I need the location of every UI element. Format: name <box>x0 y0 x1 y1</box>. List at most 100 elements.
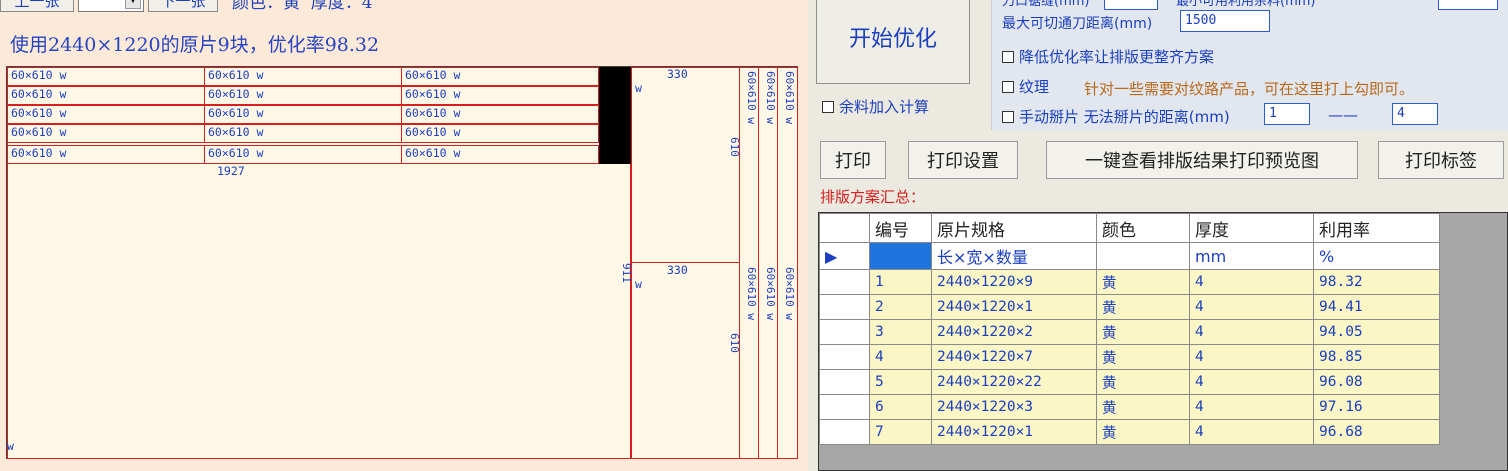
piece: 60×610 w <box>204 124 402 143</box>
prev-page-button[interactable]: 上一张 <box>0 0 74 12</box>
table-cell[interactable]: 4 <box>1189 369 1314 395</box>
table-cell[interactable]: 2440×1220×1 <box>931 419 1097 445</box>
table-cell[interactable]: 96.08 <box>1313 369 1440 395</box>
strip-column <box>777 67 798 459</box>
table-cell[interactable]: 2440×1220×1 <box>931 294 1097 320</box>
texture-option[interactable]: 纹理 <box>1002 76 1049 97</box>
table-row[interactable]: 6 2440×1220×3 黄 4 97.16 <box>819 394 1440 420</box>
table-row[interactable]: 4 2440×1220×7 黄 4 98.85 <box>819 344 1440 370</box>
piece: 60×610 w <box>7 124 205 143</box>
table-row[interactable]: 1 2440×1220×9 黄 4 98.32 <box>819 269 1440 295</box>
table-cell[interactable]: 6 <box>869 394 932 420</box>
piece: 60×610 w <box>7 105 205 124</box>
table-row[interactable]: 2 2440×1220×1 黄 4 94.41 <box>819 294 1440 320</box>
strip-column <box>758 67 778 459</box>
max-cut-input[interactable]: 1500 <box>1180 10 1270 32</box>
column-header[interactable]: 颜色 <box>1096 213 1190 243</box>
knife-gap-input[interactable] <box>1104 0 1158 10</box>
preview-button[interactable]: 一键查看排版结果打印预览图 <box>1046 141 1358 179</box>
manual-from-input[interactable]: 1 <box>1264 103 1310 125</box>
piece: 60×610 w <box>7 145 205 164</box>
manual-to-input[interactable]: 4 <box>1392 103 1438 125</box>
table-cell[interactable]: 黄 <box>1096 319 1190 345</box>
table-row[interactable]: 5 2440×1220×22 黄 4 96.08 <box>819 369 1440 395</box>
remnant-option[interactable]: 余料加入计算 <box>822 96 929 117</box>
table-cell[interactable]: 黄 <box>1096 394 1190 420</box>
texture-checkbox[interactable] <box>1002 80 1014 93</box>
table-cell[interactable]: 黄 <box>1096 269 1190 295</box>
table-cell[interactable]: 98.85 <box>1313 344 1440 370</box>
table-cell[interactable]: 4 <box>1189 419 1314 445</box>
strip-mark: w <box>635 277 642 291</box>
table-cell[interactable]: 2440×1220×9 <box>931 269 1097 295</box>
strip-dimension: 610 <box>728 333 741 353</box>
page-select[interactable]: ▼ <box>78 0 144 12</box>
reduce-option[interactable]: 降低优化率让排版更整齐方案 <box>1002 46 1214 67</box>
plan-summary-table: 编号 原片规格 颜色 厚度 利用率 ▶ 长×宽×数量 mm % 1 2440×1… <box>818 212 1508 471</box>
row-indicator <box>819 319 870 345</box>
table-cell[interactable]: 4 <box>1189 394 1314 420</box>
table-cell[interactable]: 2440×1220×7 <box>931 344 1097 370</box>
column-header[interactable]: 厚度 <box>1189 213 1314 243</box>
piece: 60×610 w <box>401 86 599 105</box>
table-cell[interactable] <box>1096 242 1190 270</box>
reduce-checkbox[interactable] <box>1002 50 1014 63</box>
table-cell[interactable]: 4 <box>1189 344 1314 370</box>
sheet-info: 颜色：黄 厚度：4 <box>232 0 373 13</box>
strip-piece: 60×610 w <box>764 267 777 320</box>
table-cell[interactable]: 98.32 <box>1313 269 1440 295</box>
row-indicator <box>819 269 870 295</box>
table-cell[interactable]: 7 <box>869 419 932 445</box>
column-header[interactable]: 原片规格 <box>931 213 1097 243</box>
strip-piece: 60×610 w <box>745 71 758 124</box>
piece: 60×610 w <box>7 86 205 105</box>
table-cell[interactable]: 4 <box>1189 294 1314 320</box>
min-usable-input[interactable] <box>1438 0 1498 10</box>
bottom-dimension: 1927 <box>217 164 245 178</box>
table-row[interactable]: 7 2440×1220×1 黄 4 96.68 <box>819 419 1440 445</box>
column-header[interactable]: 编号 <box>869 213 932 243</box>
table-cell[interactable]: 4 <box>1189 269 1314 295</box>
table-cell[interactable]: 94.41 <box>1313 294 1440 320</box>
manual-option[interactable]: 手动掰片 无法掰片的距离(mm) <box>1002 106 1230 127</box>
table-cell[interactable]: % <box>1313 242 1440 270</box>
piece: 60×610 w <box>204 86 402 105</box>
table-cell[interactable]: 4 <box>869 344 932 370</box>
print-label-button[interactable]: 打印标签 <box>1378 141 1504 179</box>
table-cell[interactable]: 2440×1220×22 <box>931 369 1097 395</box>
control-panel: 开始优化 余料加入计算 刀口锯缝(mm) 最小可用利用余料(mm) 最大可切通刀… <box>808 0 1508 471</box>
manual-checkbox[interactable] <box>1002 110 1014 123</box>
table-cell[interactable]: 2 <box>869 294 932 320</box>
print-settings-button[interactable]: 打印设置 <box>908 141 1018 179</box>
table-cell[interactable]: 黄 <box>1096 419 1190 445</box>
table-row[interactable]: 3 2440×1220×2 黄 4 94.05 <box>819 319 1440 345</box>
units-row[interactable]: ▶ 长×宽×数量 mm % <box>819 242 1440 270</box>
table-cell[interactable]: 3 <box>869 319 932 345</box>
table-cell[interactable]: mm <box>1189 242 1314 270</box>
height-dimension: 911 <box>620 263 633 283</box>
cutting-layout-sheet: 60×610 w 60×610 w 60×610 w 60×610 w 60×6… <box>6 66 798 459</box>
strip-piece: 60×610 w <box>783 71 796 124</box>
table-cell[interactable]: 2440×1220×2 <box>931 319 1097 345</box>
table-cell[interactable] <box>869 242 932 270</box>
table-cell[interactable]: 黄 <box>1096 369 1190 395</box>
remnant-label: 余料加入计算 <box>839 98 930 116</box>
table-cell[interactable]: 97.16 <box>1313 394 1440 420</box>
table-cell[interactable]: 长×宽×数量 <box>931 242 1097 270</box>
table-cell[interactable]: 1 <box>869 269 932 295</box>
column-header[interactable]: 利用率 <box>1313 213 1440 243</box>
table-cell[interactable]: 2440×1220×3 <box>931 394 1097 420</box>
table-cell[interactable]: 黄 <box>1096 294 1190 320</box>
table-cell[interactable]: 5 <box>869 369 932 395</box>
table-cell[interactable]: 94.05 <box>1313 319 1440 345</box>
row-indicator <box>819 213 870 243</box>
current-row-arrow-icon: ▶ <box>819 242 870 270</box>
print-button[interactable]: 打印 <box>820 141 886 179</box>
chevron-down-icon[interactable]: ▼ <box>125 0 141 9</box>
remnant-checkbox[interactable] <box>822 100 834 113</box>
table-cell[interactable]: 4 <box>1189 319 1314 345</box>
table-cell[interactable]: 96.68 <box>1313 419 1440 445</box>
table-cell[interactable]: 黄 <box>1096 344 1190 370</box>
start-optimize-button[interactable]: 开始优化 <box>816 0 970 84</box>
next-page-button[interactable]: 下一张 <box>148 0 218 12</box>
